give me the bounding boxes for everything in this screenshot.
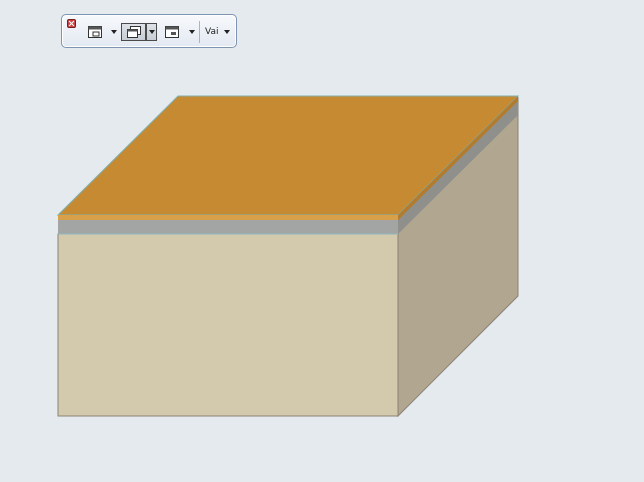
3d-viewport[interactable] [0, 0, 644, 482]
box-front-layer [58, 220, 398, 234]
box-top-stripe [58, 215, 398, 220]
box-front-face [57, 233, 399, 417]
